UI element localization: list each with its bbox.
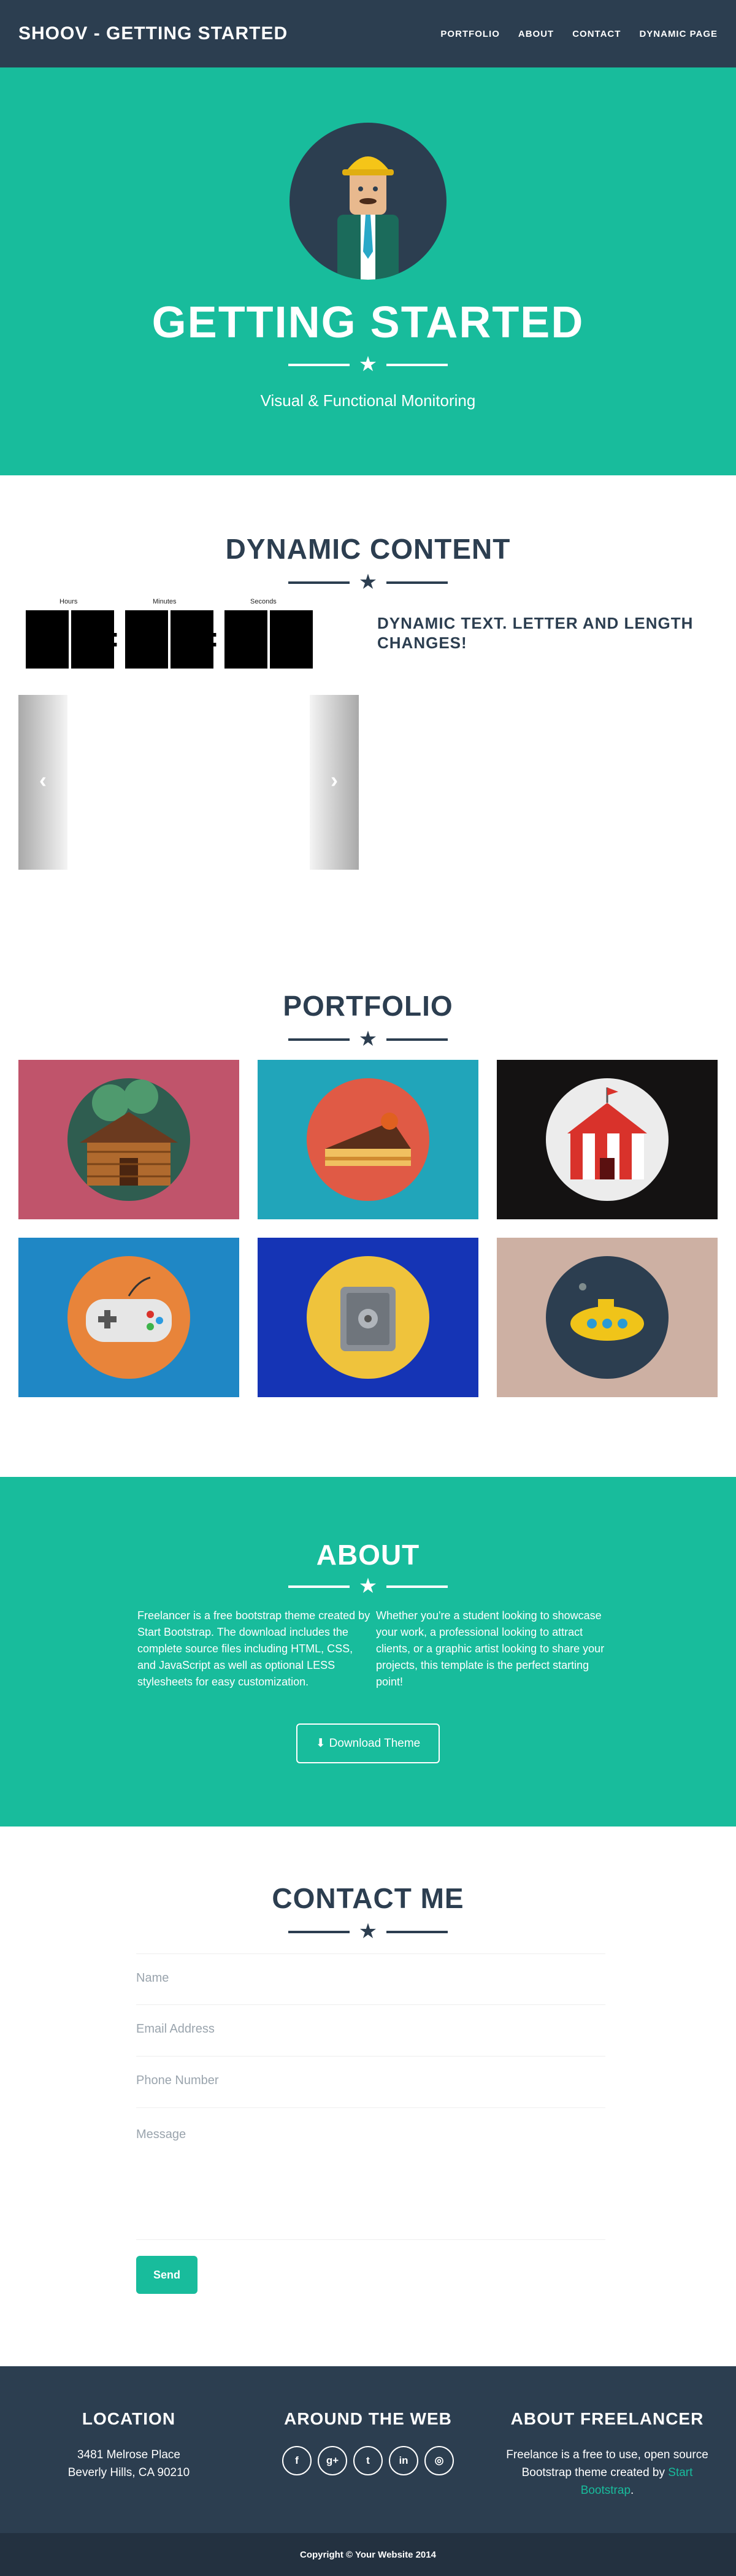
avatar xyxy=(289,123,447,280)
star-divider: ★ xyxy=(288,1920,448,1943)
portfolio-item-safe[interactable] xyxy=(258,1238,478,1397)
countdown-digit xyxy=(71,610,114,669)
countdown-digit xyxy=(270,610,313,669)
nav-link-dynamic-page[interactable]: DYNAMIC PAGE xyxy=(639,29,718,39)
facebook-icon[interactable]: f xyxy=(282,2446,312,2475)
name-field[interactable]: Name xyxy=(136,1953,605,2005)
countdown-separator: : xyxy=(210,623,219,653)
nav-link-portfolio[interactable]: PORTFOLIO xyxy=(440,29,500,39)
dribbble-icon[interactable]: ◎ xyxy=(424,2446,454,2475)
phone-field[interactable]: Phone Number xyxy=(136,2057,605,2108)
footer-about-text: Freelance is a free to use, open source … xyxy=(485,2446,730,2499)
copyright: Copyright © Your Website 2014 xyxy=(0,2533,736,2576)
download-icon: ⬇ xyxy=(315,1737,326,1750)
social-links: f g+ t in ◎ xyxy=(245,2446,491,2475)
cake-icon xyxy=(307,1078,429,1201)
carousel-next-button[interactable]: › xyxy=(310,695,359,870)
name-field-placeholder: Name xyxy=(136,1971,169,1985)
about-section: ABOUT ★ Freelancer is a free bootstrap t… xyxy=(0,1477,736,1827)
star-icon: ★ xyxy=(358,353,378,376)
footer-about: ABOUT FREELANCER Freelance is a free to … xyxy=(485,2409,730,2499)
footer-about-title: ABOUT FREELANCER xyxy=(510,2409,704,2428)
about-section-title: ABOUT xyxy=(316,1539,420,1571)
portfolio-item-game-controller[interactable] xyxy=(18,1238,239,1397)
download-button-label: Download Theme xyxy=(329,1736,421,1750)
chevron-right-icon: › xyxy=(331,767,338,792)
message-field-placeholder: Message xyxy=(136,2128,186,2141)
submarine-icon xyxy=(546,1256,669,1379)
star-divider: ★ xyxy=(288,1574,448,1598)
footer-address-line2: Beverly Hills, CA 90210 xyxy=(67,2466,190,2479)
about-text-right: Whether you're a student looking to show… xyxy=(376,1609,605,1688)
worker-avatar-icon xyxy=(337,156,399,280)
hero-header: GETTING STARTED ★ Visual & Functional Mo… xyxy=(0,67,736,475)
countdown-digit xyxy=(224,610,267,669)
download-theme-button[interactable]: ⬇ Download Theme xyxy=(296,1723,440,1763)
star-divider: ★ xyxy=(288,353,448,376)
countdown-digit xyxy=(26,610,69,669)
dynamic-section-title: DYNAMIC CONTENT xyxy=(225,533,511,565)
star-icon: ★ xyxy=(358,570,378,594)
footer-web-title: AROUND THE WEB xyxy=(284,2409,452,2428)
portfolio-item-circus-tent[interactable] xyxy=(497,1060,718,1219)
star-icon: ★ xyxy=(358,1574,378,1598)
portfolio-item-cabin[interactable] xyxy=(18,1060,239,1219)
star-icon: ★ xyxy=(358,1920,378,1943)
message-field[interactable]: Message xyxy=(136,2108,605,2240)
page-title: GETTING STARTED xyxy=(151,298,585,347)
footer-about-end: . xyxy=(631,2484,634,2497)
nav-link-contact[interactable]: CONTACT xyxy=(572,29,621,39)
brand-title[interactable]: SHOOV - GETTING STARTED xyxy=(18,23,288,44)
footer: LOCATION 3481 Melrose Place Beverly Hill… xyxy=(0,2366,736,2533)
twitter-icon[interactable]: t xyxy=(353,2446,383,2475)
hero-subtitle: Visual & Functional Monitoring xyxy=(260,391,476,410)
star-icon: ★ xyxy=(358,1027,378,1051)
contact-section-title: CONTACT ME xyxy=(272,1882,464,1914)
email-field[interactable]: Email Address xyxy=(136,2005,605,2057)
countdown-timer: Hours Minutes Seconds : : xyxy=(26,598,314,672)
countdown-label-minutes: Minutes xyxy=(153,598,177,605)
star-divider: ★ xyxy=(288,570,448,594)
footer-around-the-web: AROUND THE WEB f g+ t in ◎ xyxy=(245,2409,491,2475)
countdown-separator: : xyxy=(110,623,120,653)
navbar: SHOOV - GETTING STARTED PORTFOLIO ABOUT … xyxy=(0,0,736,67)
countdown-digit xyxy=(171,610,213,669)
portfolio-item-cake[interactable] xyxy=(258,1060,478,1219)
portfolio-section-title: PORTFOLIO xyxy=(283,990,453,1022)
footer-address-line1: 3481 Melrose Place xyxy=(77,2448,180,2461)
footer-location: LOCATION 3481 Melrose Place Beverly Hill… xyxy=(6,2409,251,2482)
star-divider: ★ xyxy=(288,1027,448,1051)
email-field-placeholder: Email Address xyxy=(136,2022,215,2036)
nav-links: PORTFOLIO ABOUT CONTACT DYNAMIC PAGE xyxy=(440,29,718,39)
google-plus-icon[interactable]: g+ xyxy=(318,2446,347,2475)
cabin-icon xyxy=(67,1078,190,1201)
dynamic-text: DYNAMIC TEXT. LETTER AND LENGTH CHANGES! xyxy=(377,614,694,652)
carousel: ‹ › xyxy=(18,695,359,870)
safe-icon xyxy=(307,1256,429,1379)
circus-tent-icon xyxy=(546,1078,669,1201)
countdown-label-hours: Hours xyxy=(59,598,78,605)
about-text-left: Freelancer is a free bootstrap theme cre… xyxy=(137,1609,370,1688)
phone-field-placeholder: Phone Number xyxy=(136,2074,219,2087)
countdown-label-seconds: Seconds xyxy=(250,598,277,605)
chevron-left-icon: ‹ xyxy=(39,767,47,792)
countdown-digit xyxy=(125,610,168,669)
carousel-prev-button[interactable]: ‹ xyxy=(18,695,67,870)
send-button[interactable]: Send xyxy=(136,2256,197,2294)
game-controller-icon xyxy=(67,1256,190,1379)
nav-link-about[interactable]: ABOUT xyxy=(518,29,554,39)
portfolio-item-submarine[interactable] xyxy=(497,1238,718,1397)
linkedin-icon[interactable]: in xyxy=(389,2446,418,2475)
footer-location-title: LOCATION xyxy=(82,2409,176,2428)
